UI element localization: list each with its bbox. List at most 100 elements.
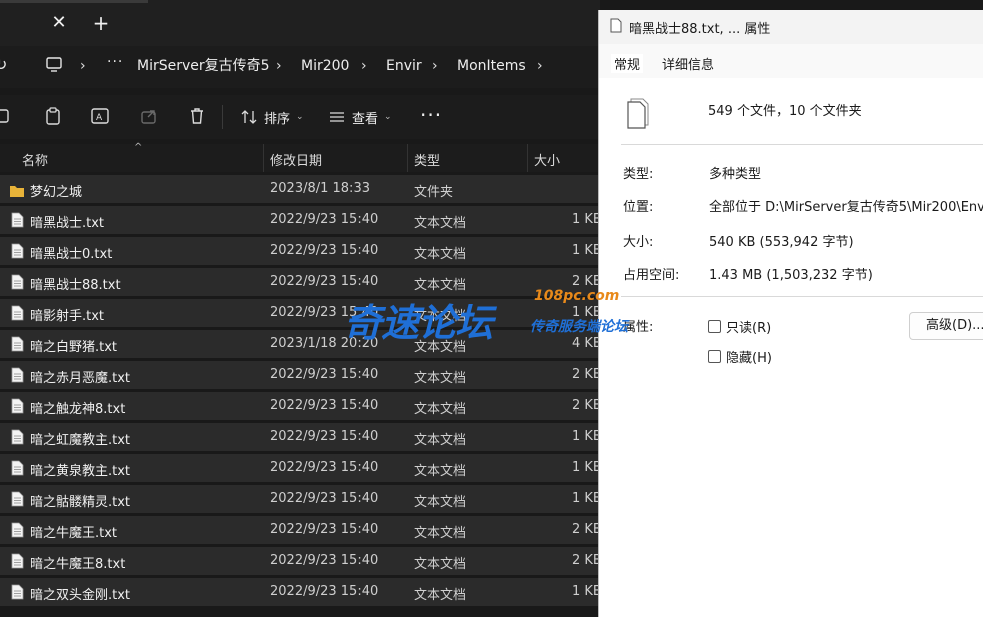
file-name: 暗之黄泉教主.txt <box>30 464 131 479</box>
address-bar: ↻ › ··· MirServer复古传奇5 › Mir200 › Envir … <box>0 46 600 88</box>
chevron-right-icon: › <box>537 58 543 74</box>
file-type: 文本文档 <box>414 216 467 231</box>
file-name: 暗之白野猪.txt <box>30 340 118 355</box>
breadcrumb-overflow-button[interactable]: ··· <box>107 54 123 70</box>
close-tab-icon[interactable]: ✕ <box>48 12 70 34</box>
file-row[interactable]: 暗黑战士0.txt 2022/9/23 15:40 文本文档 1 KB <box>0 237 602 265</box>
file-date: 2022/9/23 15:40 <box>270 367 379 382</box>
chevron-down-icon: ⌄ <box>384 112 392 122</box>
file-date: 2022/9/23 15:40 <box>270 491 379 506</box>
file-type: 文本文档 <box>414 278 467 293</box>
file-date: 2022/9/23 15:40 <box>270 243 379 258</box>
file-type: 文本文档 <box>414 247 467 262</box>
file-name: 暗黑战士0.txt <box>30 247 113 262</box>
text-file-icon <box>11 336 24 352</box>
file-type: 文本文档 <box>414 371 467 386</box>
file-date: 2022/9/23 15:40 <box>270 460 379 475</box>
file-row[interactable]: 暗之虹魔教主.txt 2022/9/23 15:40 文本文档 1 KB <box>0 423 602 451</box>
file-row[interactable]: 暗之牛魔王8.txt 2022/9/23 15:40 文本文档 2 KB <box>0 547 602 575</box>
command-bar: A 排序 ⌄ 查看 ⌄ ··· <box>0 95 600 139</box>
view-button[interactable]: 查看 ⌄ <box>328 105 392 129</box>
delete-icon[interactable] <box>186 105 208 127</box>
copy-icon[interactable] <box>0 105 16 127</box>
view-icon <box>330 112 344 122</box>
file-row[interactable]: 暗之骷髅精灵.txt 2022/9/23 15:40 文本文档 1 KB <box>0 485 602 513</box>
file-row[interactable]: 暗之黄泉教主.txt 2022/9/23 15:40 文本文档 1 KB <box>0 454 602 482</box>
chevron-right-icon: › <box>432 58 438 74</box>
paste-icon[interactable] <box>42 105 64 127</box>
file-date: 2022/9/23 15:40 <box>270 398 379 413</box>
column-divider[interactable] <box>407 144 408 172</box>
readonly-checkbox[interactable] <box>708 320 721 333</box>
file-name: 暗黑战士.txt <box>30 216 105 231</box>
hidden-label[interactable]: 隐藏(H) <box>726 347 772 366</box>
column-divider[interactable] <box>263 144 264 172</box>
refresh-icon[interactable]: ↻ <box>0 55 14 75</box>
column-size[interactable]: 大小 <box>534 150 560 169</box>
text-file-icon <box>11 212 24 228</box>
divider <box>621 296 983 297</box>
file-row[interactable]: 暗之赤月恶魔.txt 2022/9/23 15:40 文本文档 2 KB <box>0 361 602 389</box>
divider <box>621 144 983 145</box>
chevron-right-icon: › <box>80 58 86 74</box>
column-date[interactable]: 修改日期 <box>270 150 322 169</box>
file-date: 2022/9/23 15:40 <box>270 274 379 289</box>
file-row[interactable]: 暗黑战士.txt 2022/9/23 15:40 文本文档 1 KB <box>0 206 602 234</box>
size-on-disk-value: 1.43 MB (1,503,232 字节) <box>709 268 873 283</box>
file-row[interactable]: 暗之白野猪.txt 2023/1/18 20:20 文本文档 4 KB <box>0 330 602 358</box>
breadcrumb-item[interactable]: Envir <box>386 56 422 76</box>
file-name: 暗之牛魔王.txt <box>30 526 118 541</box>
properties-dialog: 暗黑战士88.txt, ... 属性 常规 详细信息 549 个文件，10 个文… <box>598 10 983 617</box>
toolbar-divider <box>222 105 223 129</box>
size-on-disk-label: 占用空间: <box>623 268 680 283</box>
file-date: 2023/1/18 20:20 <box>270 336 379 351</box>
text-file-icon <box>11 274 24 290</box>
more-options-button[interactable]: ··· <box>420 103 442 127</box>
file-name: 暗黑战士88.txt <box>30 278 121 293</box>
column-divider[interactable] <box>527 144 528 172</box>
hidden-checkbox[interactable] <box>708 350 721 363</box>
text-file-icon <box>11 522 24 538</box>
advanced-button[interactable]: 高级(D)... <box>909 312 983 340</box>
file-type: 文本文档 <box>414 495 467 510</box>
text-file-icon <box>11 305 24 321</box>
file-row[interactable]: 暗影射手.txt 2022/9/23 15:40 文本文档 1 KB <box>0 299 602 327</box>
text-file-icon <box>11 429 24 445</box>
file-name: 暗之牛魔王8.txt <box>30 557 126 572</box>
file-name: 暗之赤月恶魔.txt <box>30 371 131 386</box>
rename-icon[interactable]: A <box>89 105 111 127</box>
new-tab-icon[interactable]: + <box>90 12 112 34</box>
text-file-icon <box>11 491 24 507</box>
share-icon[interactable] <box>138 105 160 127</box>
file-name: 暗之双头金刚.txt <box>30 588 131 603</box>
file-row[interactable]: 暗之双头金刚.txt 2022/9/23 15:40 文本文档 1 KB <box>0 578 602 606</box>
file-row[interactable]: 暗之触龙神8.txt 2022/9/23 15:40 文本文档 2 KB <box>0 392 602 420</box>
sort-button[interactable]: 排序 ⌄ <box>240 105 304 129</box>
text-file-icon <box>11 243 24 259</box>
column-type[interactable]: 类型 <box>414 150 440 169</box>
file-row[interactable]: 暗之牛魔王.txt 2022/9/23 15:40 文本文档 2 KB <box>0 516 602 544</box>
active-tab[interactable] <box>0 0 148 3</box>
readonly-label[interactable]: 只读(R) <box>726 317 771 336</box>
breadcrumb-item[interactable]: MirServer复古传奇5 <box>137 56 270 76</box>
chevron-down-icon: ⌄ <box>296 112 304 122</box>
text-file-icon <box>11 584 24 600</box>
folder-row[interactable]: 梦幻之城 2023/8/1 18:33 文件夹 <box>0 175 600 203</box>
type-value: 多种类型 <box>709 167 762 182</box>
breadcrumb-item[interactable]: Mir200 <box>301 56 349 76</box>
file-date: 2022/9/23 15:40 <box>270 212 379 227</box>
attributes-label: 属性: <box>623 320 654 335</box>
sort-label: 排序 <box>264 111 291 127</box>
file-type: 文本文档 <box>414 464 467 479</box>
file-date: 2023/8/1 18:33 <box>270 181 370 196</box>
computer-icon[interactable] <box>44 55 64 75</box>
tab-general[interactable]: 常规 <box>611 54 644 73</box>
text-file-icon <box>11 460 24 476</box>
breadcrumb-item[interactable]: MonItems <box>457 56 526 76</box>
file-type: 文本文档 <box>414 402 467 417</box>
file-date: 2022/9/23 15:40 <box>270 305 379 320</box>
column-name[interactable]: 名称 <box>22 150 48 169</box>
file-row[interactable]: 暗黑战士88.txt 2022/9/23 15:40 文本文档 2 KB <box>0 268 602 296</box>
tab-details[interactable]: 详细信息 <box>662 54 714 73</box>
general-tab-panel: 549 个文件，10 个文件夹 类型: 多种类型 位置: 全部位于 D:\Mir… <box>599 78 983 617</box>
